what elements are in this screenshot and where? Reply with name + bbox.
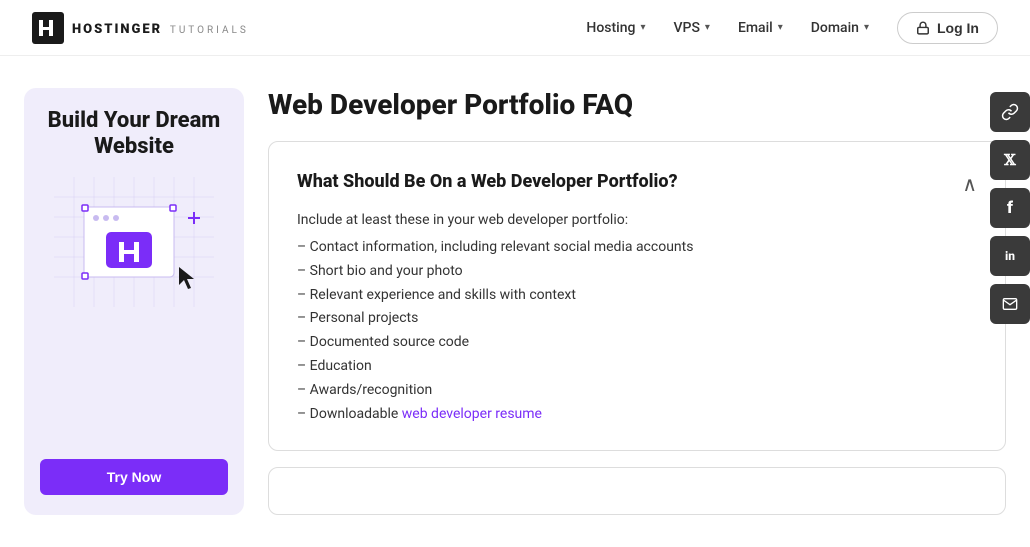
logo: HOSTINGER TUTORIALS bbox=[32, 12, 249, 44]
ad-title: Build Your Dream Website bbox=[40, 108, 228, 161]
list-item: – Awards/recognition bbox=[297, 379, 977, 403]
login-button[interactable]: Log In bbox=[897, 12, 998, 44]
logo-main-text: HOSTINGER bbox=[72, 22, 162, 37]
page-title: Web Developer Portfolio FAQ bbox=[268, 88, 1006, 121]
header: HOSTINGER TUTORIALS Hosting ▾ VPS ▾ Emai… bbox=[0, 0, 1030, 56]
faq-header-1: What Should Be On a Web Developer Portfo… bbox=[297, 170, 977, 196]
linkedin-button[interactable]: in bbox=[990, 236, 1030, 276]
list-item: – Contact information, including relevan… bbox=[297, 236, 977, 260]
logo-wordmark: HOSTINGER TUTORIALS bbox=[72, 19, 249, 37]
mail-icon bbox=[1002, 296, 1018, 312]
nav-domain[interactable]: Domain ▾ bbox=[811, 20, 869, 36]
logo-sub-text: TUTORIALS bbox=[170, 25, 249, 36]
chevron-down-icon: ▾ bbox=[864, 22, 869, 33]
website-illustration bbox=[54, 177, 214, 307]
x-icon: 𝕏 bbox=[1004, 151, 1016, 170]
chevron-down-icon: ▾ bbox=[778, 22, 783, 33]
list-item: – Documented source code bbox=[297, 331, 977, 355]
lock-icon bbox=[916, 21, 930, 35]
linkedin-icon: in bbox=[1005, 249, 1015, 263]
faq-toggle-1[interactable]: ∧ bbox=[962, 172, 977, 196]
logo-icon bbox=[32, 12, 64, 44]
social-sidebar: 𝕏 f in bbox=[990, 92, 1030, 324]
faq-intro-1: Include at least these in your web devel… bbox=[297, 212, 977, 228]
copy-link-button[interactable] bbox=[990, 92, 1030, 132]
list-item: – Relevant experience and skills with co… bbox=[297, 284, 977, 308]
chevron-down-icon: ▾ bbox=[705, 22, 710, 33]
resume-link[interactable]: web developer resume bbox=[402, 406, 542, 422]
nav-vps[interactable]: VPS ▾ bbox=[673, 20, 709, 36]
email-button[interactable] bbox=[990, 284, 1030, 324]
nav-hosting[interactable]: Hosting ▾ bbox=[586, 20, 645, 36]
faq-question-1: What Should Be On a Web Developer Portfo… bbox=[297, 170, 678, 193]
faq-card-1: What Should Be On a Web Developer Portfo… bbox=[268, 141, 1006, 451]
faq-card-2 bbox=[268, 467, 1006, 515]
facebook-icon: f bbox=[1007, 198, 1013, 218]
nav-email[interactable]: Email ▾ bbox=[738, 20, 783, 36]
ad-illustration bbox=[54, 177, 214, 307]
x-twitter-button[interactable]: 𝕏 bbox=[990, 140, 1030, 180]
list-item-with-link: – Downloadable web developer resume bbox=[297, 403, 977, 427]
link-icon bbox=[1001, 103, 1019, 121]
sidebar-ad: Build Your Dream Website bbox=[24, 88, 244, 515]
list-item: – Personal projects bbox=[297, 307, 977, 331]
main-nav: Hosting ▾ VPS ▾ Email ▾ Domain ▾ Log In bbox=[586, 12, 998, 44]
page-body: Build Your Dream Website bbox=[0, 56, 1030, 547]
list-item: – Short bio and your photo bbox=[297, 260, 977, 284]
faq-list-1: – Contact information, including relevan… bbox=[297, 236, 977, 426]
facebook-button[interactable]: f bbox=[990, 188, 1030, 228]
chevron-down-icon: ▾ bbox=[640, 22, 645, 33]
try-now-button[interactable]: Try Now bbox=[40, 459, 228, 495]
list-item: – Education bbox=[297, 355, 977, 379]
main-content: Web Developer Portfolio FAQ What Should … bbox=[268, 88, 1006, 515]
